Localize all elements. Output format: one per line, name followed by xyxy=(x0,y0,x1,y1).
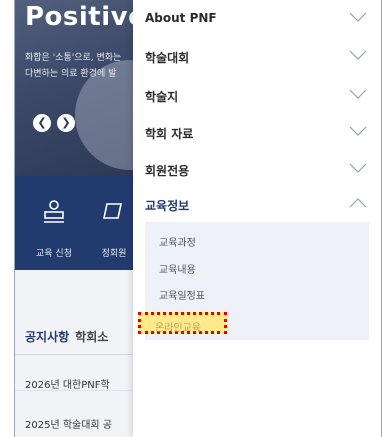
menu-item-journal[interactable]: 학술지 xyxy=(133,77,381,114)
menu-item-label: 학술지 xyxy=(145,90,179,104)
menu-item-members-only[interactable]: 회원전용 xyxy=(133,151,381,188)
menu-item-education-info[interactable]: 교육정보 xyxy=(133,186,381,223)
submenu-item-label: 온라인교육 xyxy=(155,323,201,334)
chevron-down-icon xyxy=(349,124,367,138)
submenu-item-online-education[interactable]: 온라인교육 xyxy=(138,312,227,334)
app-frame: Positive 화합은 '소통'으로, 변화는 다변하는 의료 환경에 발 ❮… xyxy=(14,0,382,437)
menu-item-about-pnf[interactable]: About PNF xyxy=(133,0,381,37)
menu-item-resources[interactable]: 학회 자료 xyxy=(133,114,381,151)
menu-item-label: 교육정보 xyxy=(145,199,190,213)
submenu-item-courses[interactable]: 교육과정 xyxy=(159,234,196,249)
menu-item-label: 학회 자료 xyxy=(145,127,194,141)
chevron-down-icon xyxy=(349,87,367,101)
chevron-down-icon xyxy=(349,48,367,62)
menu-item-label: 학술대회 xyxy=(145,51,190,65)
submenu-item-content[interactable]: 교육내용 xyxy=(159,261,196,276)
education-submenu: 교육과정 교육내용 교육일정표 온라인교육 xyxy=(138,222,369,340)
chevron-down-icon xyxy=(349,10,367,24)
chevron-down-icon xyxy=(349,161,367,175)
menu-item-label: 회원전용 xyxy=(145,164,190,178)
menu-item-conference[interactable]: 학술대회 xyxy=(133,38,381,75)
menu-item-label: About PNF xyxy=(145,11,217,25)
page-overlay xyxy=(15,0,133,437)
chevron-up-icon xyxy=(349,196,367,210)
side-menu-panel: About PNF 학술대회 학술지 학회 자료 회원전용 교육정보 교육과정 … xyxy=(133,0,381,437)
submenu-item-schedule[interactable]: 교육일정표 xyxy=(159,287,205,302)
